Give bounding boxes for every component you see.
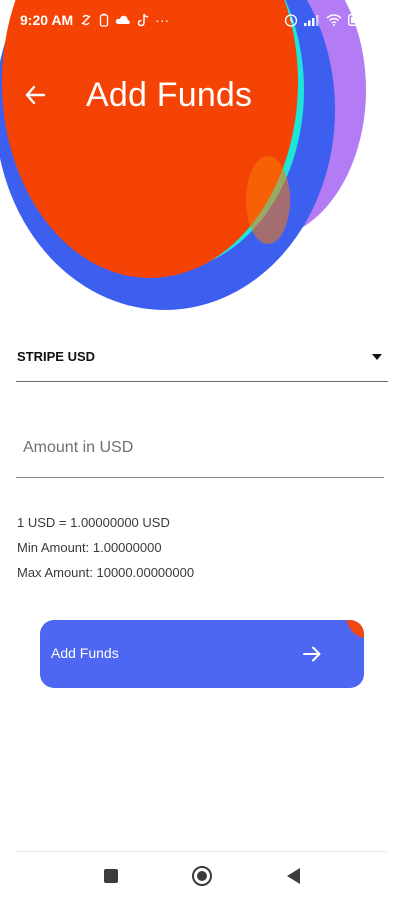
amount-field (16, 415, 384, 478)
rate-info: 1 USD = 1.00000000 USD Min Amount: 1.000… (17, 510, 194, 585)
battery-icon (348, 14, 372, 26)
max-amount-text: Max Amount: 10000.00000000 (17, 565, 195, 580)
app-bar: Add Funds (0, 70, 404, 120)
recents-square-icon (104, 869, 118, 883)
min-amount-text: Min Amount: 1.00000000 (17, 540, 162, 555)
payment-gateway-dropdown[interactable]: STRIPE USD (16, 332, 388, 382)
battery-saver-icon (99, 13, 109, 27)
recents-button[interactable] (100, 865, 122, 887)
home-button[interactable] (191, 865, 213, 887)
amount-input[interactable] (21, 433, 365, 463)
system-back-button[interactable] (282, 865, 304, 887)
exchange-rate-text: 1 USD = 1.00000000 USD (17, 515, 170, 530)
status-bar: 9:20 AM ··· (0, 0, 404, 40)
button-decoration-orange (346, 620, 364, 638)
header-background (0, 0, 366, 310)
dropdown-arrow-icon (372, 353, 382, 360)
system-nav-bar (0, 852, 404, 900)
nfc-icon (79, 13, 93, 27)
signal-icon (304, 14, 320, 26)
wifi-icon (326, 14, 342, 26)
arrow-left-icon (25, 85, 46, 105)
charging-icon (378, 14, 386, 26)
page-title: Add Funds (86, 75, 253, 114)
tiktok-icon (137, 13, 149, 27)
add-funds-button[interactable]: Add Funds (40, 620, 364, 688)
arrow-right-icon (303, 646, 321, 662)
status-time: 9:20 AM (20, 12, 74, 28)
more-notifications-icon: ··· (155, 12, 170, 28)
back-triangle-icon (287, 868, 300, 884)
cloud-icon (115, 14, 131, 26)
alarm-icon (284, 13, 298, 27)
home-circle-icon (192, 866, 212, 886)
add-funds-button-label: Add Funds (51, 645, 119, 661)
status-bar-left: 9:20 AM ··· (20, 12, 169, 28)
status-bar-right (284, 13, 386, 27)
back-button[interactable] (22, 82, 48, 108)
gateway-selected-value: STRIPE USD (17, 349, 96, 364)
